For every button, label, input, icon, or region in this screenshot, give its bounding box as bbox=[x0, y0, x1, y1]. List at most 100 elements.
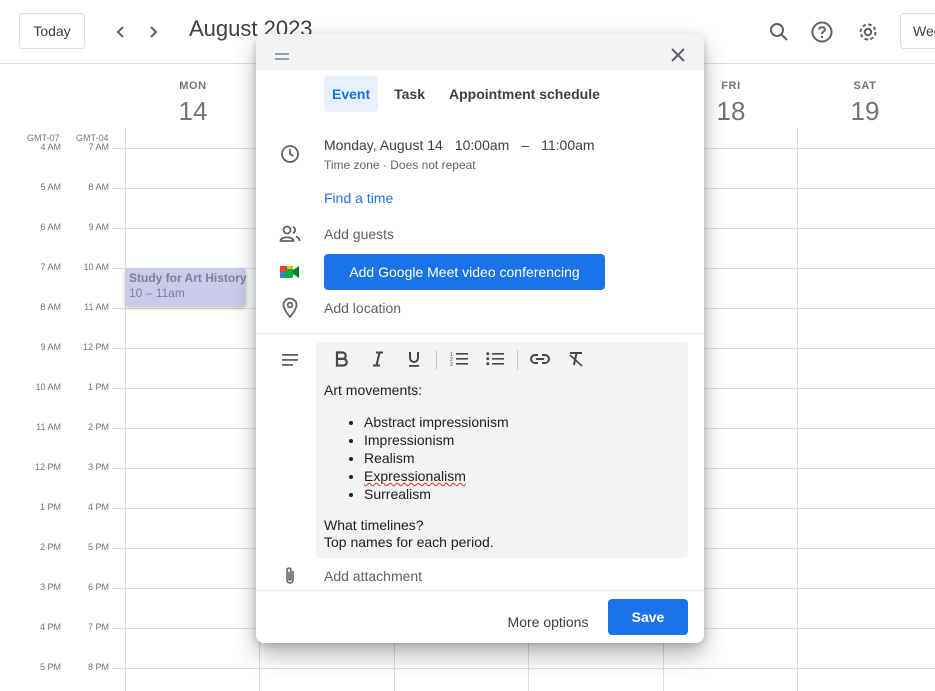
people-icon bbox=[278, 222, 302, 246]
day-header-mon[interactable]: MON 14 bbox=[165, 80, 221, 127]
time-label-primary: 9 AM bbox=[40, 342, 61, 352]
time-label-secondary: 12 PM bbox=[82, 342, 109, 352]
hour-gridline bbox=[112, 668, 935, 669]
find-a-time-link[interactable]: Find a time bbox=[324, 190, 393, 206]
svg-text:3: 3 bbox=[450, 362, 453, 367]
tab-appointment-schedule[interactable]: Appointment schedule bbox=[441, 76, 608, 112]
tab-event[interactable]: Event bbox=[324, 76, 379, 112]
chevron-right-icon[interactable] bbox=[141, 20, 165, 44]
add-google-meet-button[interactable]: Add Google Meet video conferencing bbox=[324, 254, 605, 290]
time-label-secondary: 8 AM bbox=[88, 182, 109, 192]
list-item: Expressionalism bbox=[364, 467, 680, 485]
day-name: SAT bbox=[853, 80, 877, 92]
day-number: 14 bbox=[178, 96, 208, 126]
time-label-secondary: 3 PM bbox=[87, 462, 109, 472]
description-list: Abstract impressionism Impressionism Rea… bbox=[364, 413, 680, 503]
drag-handle-icon[interactable] bbox=[275, 48, 289, 60]
dialog-header bbox=[256, 34, 704, 70]
day-name: MON bbox=[179, 80, 207, 92]
event-end-time[interactable]: 11:00am bbox=[541, 137, 594, 153]
list-item: Impressionism bbox=[364, 431, 680, 449]
view-switcher-button[interactable]: Week bbox=[900, 13, 935, 49]
time-label-primary: 6 AM bbox=[40, 222, 61, 232]
event-date[interactable]: Monday, August 14 bbox=[324, 137, 443, 153]
time-label-primary: 5 AM bbox=[40, 182, 61, 192]
time-label-secondary: 5 PM bbox=[87, 542, 109, 552]
time-label-primary: 2 PM bbox=[39, 542, 61, 552]
event-type-tabs: Event Task Appointment schedule bbox=[324, 76, 608, 112]
time-label-primary: 3 PM bbox=[39, 582, 61, 592]
more-options-button[interactable]: More options bbox=[496, 604, 600, 640]
help-icon[interactable] bbox=[809, 19, 835, 45]
save-button[interactable]: Save bbox=[608, 599, 688, 635]
google-meet-icon bbox=[278, 260, 302, 284]
formatting-toolbar: 123 bbox=[316, 342, 688, 376]
list-item: Surrealism bbox=[364, 485, 680, 503]
time-label-primary: 4 AM bbox=[40, 142, 61, 152]
clock-icon bbox=[278, 142, 302, 166]
description-icon bbox=[278, 348, 302, 372]
time-label-primary: 4 PM bbox=[39, 622, 61, 632]
time-label-primary: 11 AM bbox=[36, 422, 61, 432]
time-label-secondary: 9 AM bbox=[88, 222, 109, 232]
close-icon[interactable] bbox=[666, 43, 690, 67]
event-title: Study for Art History l bbox=[129, 271, 246, 285]
underline-icon[interactable] bbox=[403, 348, 425, 370]
time-label-secondary: 10 AM bbox=[83, 262, 109, 272]
day-header-fri[interactable]: FRI 18 bbox=[703, 80, 759, 127]
calendar-app: Today August 2023 Week MON 14 FRI 18 SAT… bbox=[0, 0, 935, 691]
tab-task[interactable]: Task bbox=[386, 76, 433, 112]
time-label-secondary: 6 PM bbox=[87, 582, 109, 592]
description-heading: Art movements: bbox=[324, 382, 423, 398]
divider bbox=[256, 590, 704, 591]
calendar-event[interactable]: Study for Art History l 10 – 11am bbox=[125, 268, 246, 306]
time-label-primary: 12 PM bbox=[34, 462, 61, 472]
description-line: What timelines? bbox=[324, 517, 424, 533]
time-label-secondary: 7 PM bbox=[87, 622, 109, 632]
clear-formatting-icon[interactable] bbox=[565, 348, 587, 370]
time-label-secondary: 11 AM bbox=[84, 302, 109, 312]
time-label-primary: 5 PM bbox=[39, 662, 61, 672]
toolbar-separator bbox=[517, 350, 518, 370]
timezone-repeat-link[interactable]: Time zone · Does not repeat bbox=[324, 158, 476, 172]
day-name: FRI bbox=[721, 80, 741, 92]
numbered-list-icon[interactable]: 123 bbox=[448, 348, 470, 370]
event-quick-create-dialog: Event Task Appointment schedule Monday, … bbox=[256, 34, 704, 643]
search-icon[interactable] bbox=[766, 19, 792, 45]
event-datetime[interactable]: Monday, August 14 10:00am –11:00am bbox=[324, 137, 607, 153]
add-guests-field[interactable]: Add guests bbox=[324, 226, 394, 242]
day-column-divider bbox=[125, 128, 126, 691]
misspelled-word[interactable]: Expressionalism bbox=[364, 468, 466, 484]
link-icon[interactable] bbox=[529, 348, 551, 370]
description-editor[interactable]: 123 Art movements: Abstract impressionis… bbox=[316, 342, 688, 558]
time-label-secondary: 8 PM bbox=[87, 662, 109, 672]
add-location-field[interactable]: Add location bbox=[324, 300, 401, 316]
chevron-left-icon[interactable] bbox=[109, 20, 133, 44]
time-label-secondary: 4 PM bbox=[87, 502, 109, 512]
italic-icon[interactable] bbox=[367, 348, 389, 370]
bulleted-list-icon[interactable] bbox=[484, 348, 506, 370]
toolbar-separator bbox=[436, 350, 437, 370]
time-label-secondary: 7 AM bbox=[88, 142, 109, 152]
bold-icon[interactable] bbox=[331, 348, 353, 370]
time-label-primary: 7 AM bbox=[40, 262, 61, 272]
day-number: 18 bbox=[716, 96, 746, 126]
time-label-primary: 1 PM bbox=[39, 502, 61, 512]
add-attachment-field[interactable]: Add attachment bbox=[324, 568, 422, 584]
day-header-sat[interactable]: SAT 19 bbox=[837, 80, 893, 127]
description-text[interactable]: Art movements: Abstract impressionism Im… bbox=[324, 382, 680, 551]
event-start-time[interactable]: 10:00am bbox=[455, 137, 509, 153]
list-item: Realism bbox=[364, 449, 680, 467]
paperclip-icon bbox=[278, 564, 302, 588]
location-pin-icon bbox=[278, 296, 302, 320]
time-label-secondary: 2 PM bbox=[87, 422, 109, 432]
day-number: 19 bbox=[850, 96, 880, 126]
day-column-divider bbox=[797, 128, 798, 691]
settings-gear-icon[interactable] bbox=[855, 19, 881, 45]
time-label-primary: 10 AM bbox=[35, 382, 61, 392]
time-separator: – bbox=[521, 137, 530, 153]
list-item: Abstract impressionism bbox=[364, 413, 680, 431]
event-time: 10 – 11am bbox=[129, 286, 185, 300]
time-label-secondary: 1 PM bbox=[87, 382, 109, 392]
today-button[interactable]: Today bbox=[19, 13, 85, 49]
